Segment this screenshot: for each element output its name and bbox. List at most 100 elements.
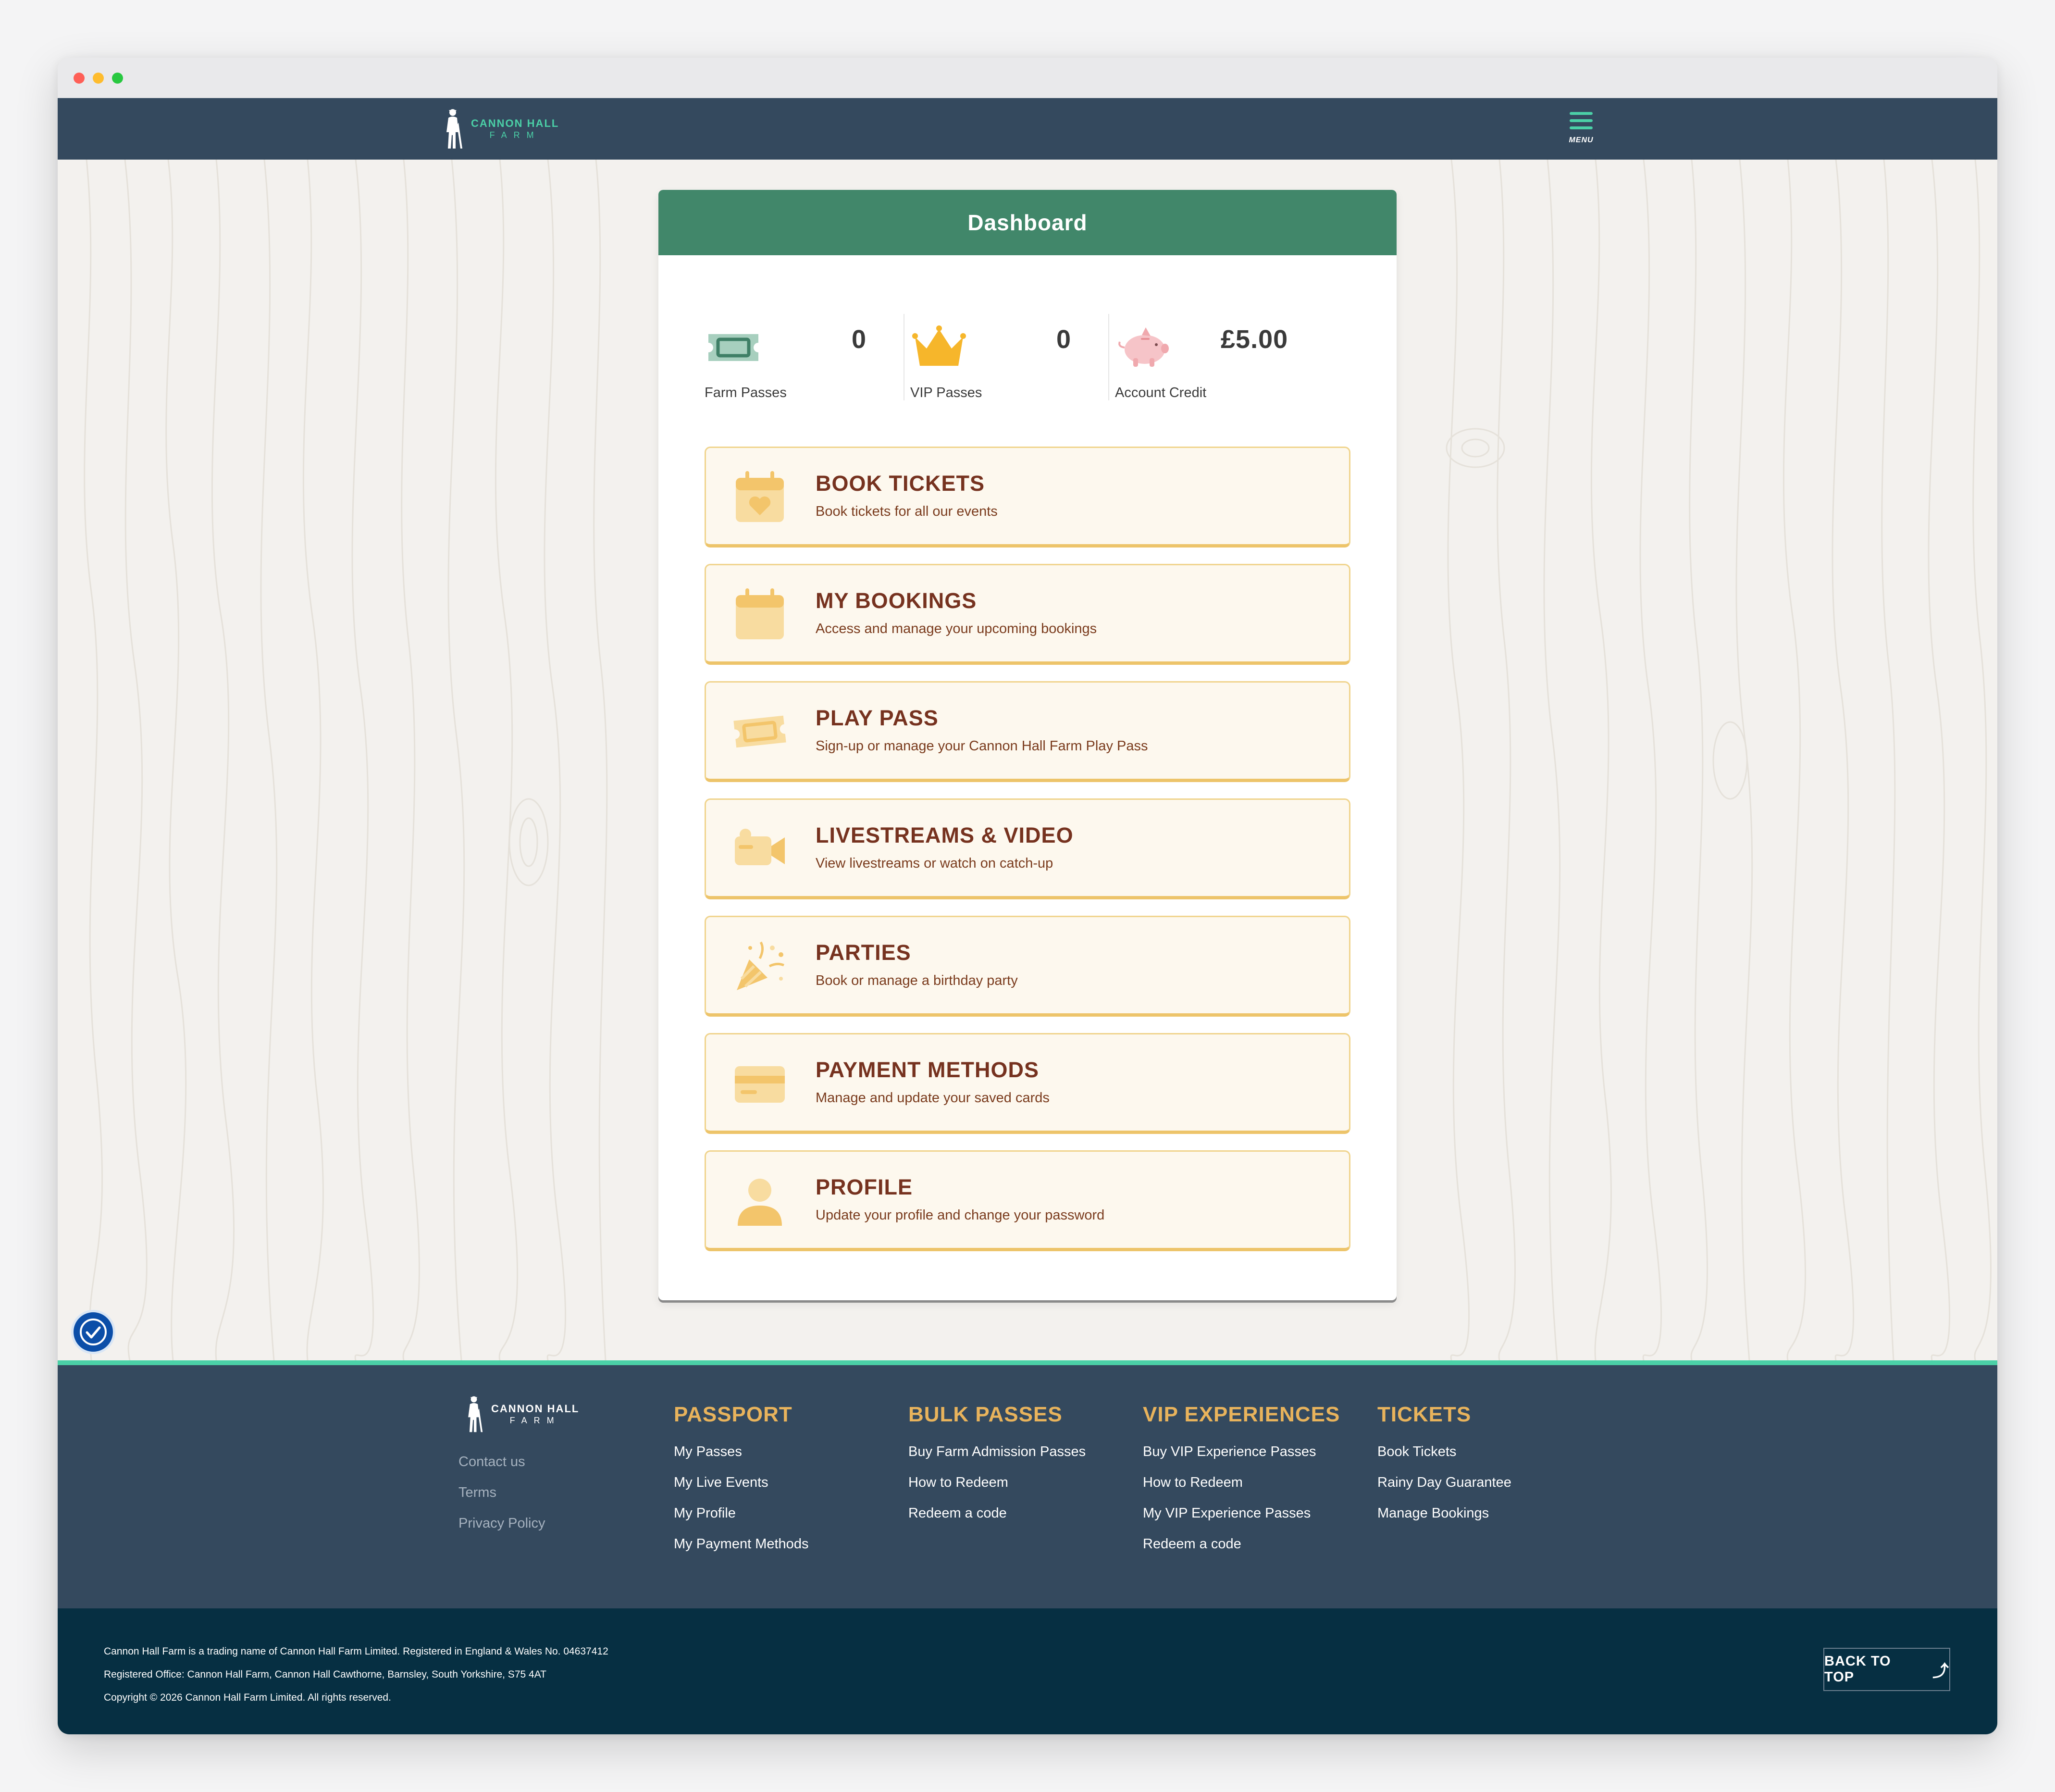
stat-farm-passes[interactable]: 0 Farm Passes	[705, 314, 887, 439]
footer-link-my-live-events[interactable]: My Live Events	[674, 1474, 808, 1505]
back-to-top-label: BACK TO TOP	[1824, 1654, 1891, 1685]
footer-link-my-profile[interactable]: My Profile	[674, 1505, 808, 1535]
video-camera-icon	[735, 829, 785, 865]
farm-passes-label: Farm Passes	[705, 385, 787, 400]
legal-line-office: Registered Office: Cannon Hall Farm, Can…	[104, 1669, 546, 1680]
profile-subtitle: Update your profile and change your pass…	[816, 1207, 1105, 1223]
credit-card-icon	[735, 1066, 785, 1103]
footer-column-passport: PASSPORT My Passes My Live Events My Pro…	[674, 1403, 808, 1566]
farmer-logo-icon	[446, 109, 462, 149]
footer-column-tickets: TICKETS Book Tickets Rainy Day Guarantee…	[1377, 1403, 1511, 1535]
livestreams-tile[interactable]: LIVESTREAMS & VIDEO View livestreams or …	[705, 798, 1350, 899]
maximize-window-button[interactable]	[112, 73, 123, 84]
party-popper-icon	[737, 941, 784, 990]
book-tickets-tile[interactable]: BOOK TICKETS Book tickets for all our ev…	[705, 447, 1350, 548]
privacy-policy-link[interactable]: Privacy Policy	[458, 1515, 545, 1545]
footer-link-my-payment-methods[interactable]: My Payment Methods	[674, 1535, 808, 1566]
parties-tile[interactable]: PARTIES Book or manage a birthday party	[705, 916, 1350, 1017]
account-credit-value: £5.00	[1221, 325, 1288, 354]
calendar-icon	[736, 588, 784, 639]
book-tickets-subtitle: Book tickets for all our events	[816, 504, 998, 519]
footer-heading-vip-experiences: VIP EXPERIENCES	[1143, 1403, 1340, 1426]
footer-logo-line1: CANNON HALL	[491, 1403, 580, 1415]
menu-button[interactable]: MENU	[1562, 108, 1600, 153]
livestreams-title: LIVESTREAMS & VIDEO	[816, 823, 1074, 847]
stat-vip-passes[interactable]: 0 VIP Passes	[910, 314, 1093, 439]
footer-legal-links: Contact us Terms Privacy Policy	[458, 1453, 545, 1545]
footer-link-redeem-a-code[interactable]: Redeem a code	[908, 1505, 1086, 1535]
parties-subtitle: Book or manage a birthday party	[816, 973, 1018, 988]
footer-link-vip-how-to-redeem[interactable]: How to Redeem	[1143, 1474, 1340, 1505]
play-pass-title: PLAY PASS	[816, 706, 939, 730]
logo-line1: CANNON HALL	[471, 117, 559, 129]
my-bookings-title: MY BOOKINGS	[816, 588, 977, 613]
stats-row: 0 Farm Passes 0 VIP Passes £5.00 Account…	[705, 314, 1349, 439]
stats-divider	[1108, 314, 1109, 400]
parties-title: PARTIES	[816, 940, 911, 965]
footer-heading-passport: PASSPORT	[674, 1403, 792, 1426]
calendar-heart-icon	[736, 471, 784, 522]
footer-link-rainy-day-guarantee[interactable]: Rainy Day Guarantee	[1377, 1474, 1511, 1505]
legal-text: Cannon Hall Farm is a trading name of Ca…	[104, 1640, 608, 1709]
payment-methods-title: PAYMENT METHODS	[816, 1058, 1040, 1082]
accessibility-icon	[80, 1319, 107, 1345]
payment-methods-subtitle: Manage and update your saved cards	[816, 1090, 1050, 1106]
livestreams-subtitle: View livestreams or watch on catch-up	[816, 856, 1053, 871]
profile-title: PROFILE	[816, 1175, 913, 1199]
my-bookings-tile[interactable]: MY BOOKINGS Access and manage your upcom…	[705, 564, 1350, 665]
footer-link-manage-bookings[interactable]: Manage Bookings	[1377, 1505, 1511, 1535]
stat-account-credit[interactable]: £5.00 Account Credit	[1115, 314, 1349, 439]
dashboard-title: Dashboard	[658, 190, 1397, 255]
ticket-icon	[708, 334, 758, 361]
legal-line-company: Cannon Hall Farm is a trading name of Ca…	[104, 1646, 608, 1657]
footer-logo-line2: FARM	[509, 1416, 561, 1425]
main-content: Dashboard 0 Farm Passes 0 VIP Passes £5.…	[58, 160, 1997, 1360]
footer-column-bulk-passes: BULK PASSES Buy Farm Admission Passes Ho…	[908, 1403, 1086, 1535]
user-icon	[738, 1179, 782, 1226]
menu-label: MENU	[1569, 136, 1594, 144]
footer-link-how-to-redeem[interactable]: How to Redeem	[908, 1474, 1086, 1505]
piggy-bank-icon	[1118, 327, 1169, 367]
legal-line-copyright: Copyright © 2026 Cannon Hall Farm Limite…	[104, 1692, 391, 1703]
ticket-icon	[733, 715, 786, 748]
payment-methods-tile[interactable]: PAYMENT METHODS Manage and update your s…	[705, 1033, 1350, 1134]
browser-window: CANNON HALL FARM MENU Dashboard 0 Farm P…	[58, 58, 1997, 1734]
hamburger-icon-bar	[1570, 126, 1593, 129]
farm-passes-count: 0	[852, 325, 867, 354]
vip-passes-count: 0	[1056, 325, 1072, 354]
dashboard-card: Dashboard 0 Farm Passes 0 VIP Passes £5.…	[658, 190, 1397, 1300]
crown-icon	[912, 325, 966, 366]
close-window-button[interactable]	[74, 73, 85, 84]
account-credit-label: Account Credit	[1115, 385, 1207, 400]
footer-heading-bulk-passes: BULK PASSES	[908, 1403, 1063, 1426]
back-to-top-button[interactable]: BACK TO TOP ⤴	[1823, 1648, 1950, 1691]
terms-link[interactable]: Terms	[458, 1484, 545, 1515]
arrow-up-icon: ⤴	[1932, 1662, 1949, 1680]
contact-us-link[interactable]: Contact us	[458, 1453, 545, 1484]
footer-logo[interactable]: CANNON HALL FARM	[464, 1395, 579, 1433]
footer-link-buy-vip-experience-passes[interactable]: Buy VIP Experience Passes	[1143, 1443, 1340, 1474]
play-pass-tile[interactable]: PLAY PASS Sign-up or manage your Cannon …	[705, 681, 1350, 782]
footer-heading-tickets: TICKETS	[1377, 1403, 1472, 1426]
site-footer: CANNON HALL FARM Contact us Terms Privac…	[58, 1360, 1997, 1608]
accessibility-button[interactable]	[71, 1310, 115, 1354]
site-logo[interactable]: CANNON HALL FARM	[442, 108, 559, 150]
site-header: CANNON HALL FARM MENU	[58, 98, 1997, 160]
my-bookings-subtitle: Access and manage your upcoming bookings	[816, 621, 1097, 636]
footer-link-book-tickets[interactable]: Book Tickets	[1377, 1443, 1511, 1474]
farmer-logo-icon	[468, 1396, 483, 1432]
site-logo-text: CANNON HALL FARM	[471, 117, 559, 140]
play-pass-subtitle: Sign-up or manage your Cannon Hall Farm …	[816, 738, 1148, 754]
browser-titlebar	[58, 58, 1997, 98]
footer-link-my-passes[interactable]: My Passes	[674, 1443, 808, 1474]
minimize-window-button[interactable]	[93, 73, 104, 84]
book-tickets-title: BOOK TICKETS	[816, 471, 985, 496]
footer-link-my-vip-experience-passes[interactable]: My VIP Experience Passes	[1143, 1505, 1340, 1535]
hamburger-icon	[1570, 112, 1593, 115]
footer-link-vip-redeem-a-code[interactable]: Redeem a code	[1143, 1535, 1340, 1566]
footer-link-buy-farm-admission-passes[interactable]: Buy Farm Admission Passes	[908, 1443, 1086, 1474]
footer-bottom-bar: Cannon Hall Farm is a trading name of Ca…	[58, 1608, 1997, 1734]
vip-passes-label: VIP Passes	[910, 385, 982, 400]
profile-tile[interactable]: PROFILE Update your profile and change y…	[705, 1150, 1350, 1251]
footer-logo-text: CANNON HALL FARM	[491, 1404, 579, 1425]
